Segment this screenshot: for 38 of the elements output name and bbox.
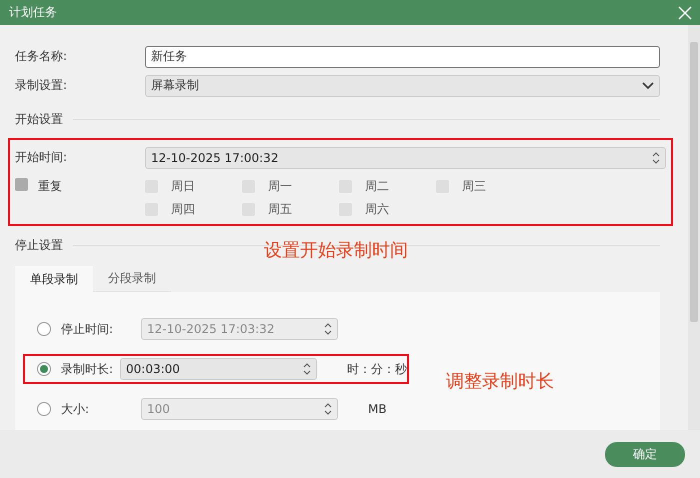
radio-button[interactable] [37,402,51,416]
checkbox-label: 周三 [462,178,486,195]
chevron-down-icon [642,82,654,90]
input-field[interactable]: 新任务 [145,46,660,68]
datetime-field[interactable]: 12-10-2025 17:00:32 [145,146,666,168]
option-label: 停止时间: [61,320,114,338]
checkbox-label: 周四 [171,201,195,218]
spin-field[interactable]: 00:03:00 [120,358,317,380]
spin-arrows-icon[interactable] [303,362,311,376]
spin-arrows-icon[interactable] [324,402,332,416]
checkbox[interactable] [15,178,28,191]
section-title: 停止设置 [15,236,63,254]
spin-arrows-icon[interactable] [324,322,332,336]
spin-arrows-icon[interactable] [652,150,660,164]
unit-label: MB [368,402,387,416]
section-title: 开始设置 [15,110,63,128]
radio-button[interactable] [37,362,51,376]
unit-label: 时：分：秒 [347,360,407,378]
radio-button[interactable] [37,322,51,336]
checkbox-label: 周一 [268,178,292,195]
close-button[interactable] [676,4,694,22]
checkbox-label: 周五 [268,201,292,218]
annotation-text: 调整录制时长 [446,370,554,393]
option-label: 大小: [61,400,90,418]
scrollbar-thumb[interactable] [690,42,698,322]
field-label: 开始时间: [15,149,68,166]
field-label: 任务名称: [15,48,68,65]
field-label: 录制设置: [15,77,68,94]
option-label: 录制时长: [61,360,114,378]
checkbox-label: 周二 [365,178,389,195]
ok-button[interactable]: 确定 [605,442,685,466]
window-title: 计划任务 [9,4,57,21]
checkbox-label: 周日 [171,178,195,195]
dropdown[interactable]: 屏幕录制 [145,74,660,96]
checkbox-label: 周六 [365,201,389,218]
tab[interactable]: 单段录制 [15,266,93,292]
annotation-text: 设置开始录制时间 [264,239,408,262]
checkbox-label: 重复 [38,178,62,195]
